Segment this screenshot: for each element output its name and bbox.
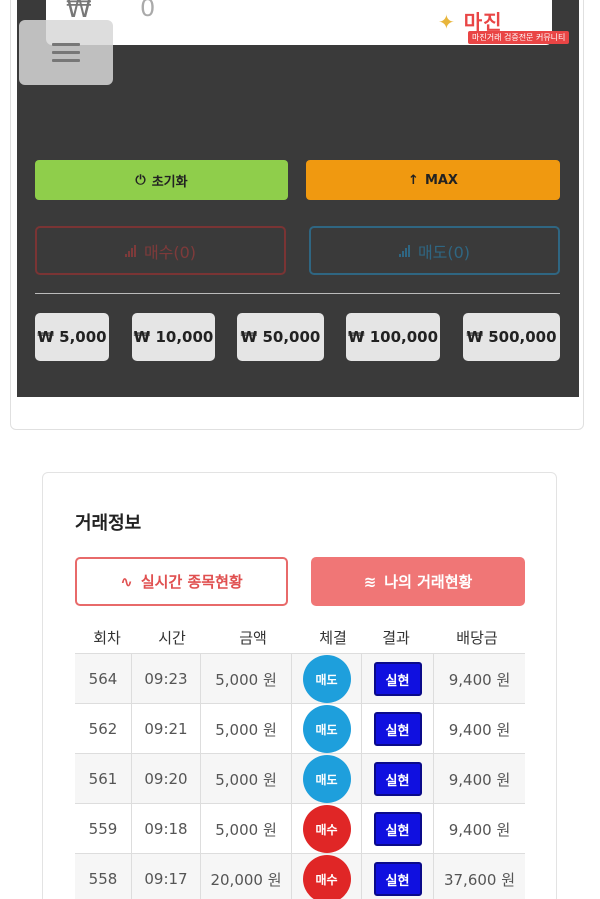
time-cell: 09:17 xyxy=(131,854,200,899)
watermark-tagline: 마진거래 검증전문 커뮤니티 xyxy=(468,31,570,44)
payout-cell: 9,400 원 xyxy=(433,654,525,704)
buy-label: 매수(0) xyxy=(143,242,197,262)
result-cell: 실현 xyxy=(361,654,433,704)
trade-table: 564 09:23 5,000 원 매도 실현 9,400 원 562 09:2… xyxy=(75,653,525,899)
divider xyxy=(35,293,560,294)
power-icon: ⏻ xyxy=(135,172,146,188)
execution-cell: 매도 xyxy=(291,704,361,754)
signal-bars-icon xyxy=(124,244,136,257)
sell-label: 매도(0) xyxy=(417,242,471,262)
execution-cell: 매수 xyxy=(291,854,361,899)
amount-chip-50000[interactable]: ₩ 50,000 xyxy=(237,313,324,361)
amount-chip-500000[interactable]: ₩ 500,000 xyxy=(463,313,560,361)
round-cell: 562 xyxy=(88,720,118,738)
tab-my-trades[interactable]: ≋ 나의 거래현황 xyxy=(311,557,525,606)
amount-chip-10000[interactable]: ₩ 10,000 xyxy=(132,313,215,361)
hamburger-menu-button[interactable] xyxy=(19,20,113,85)
reset-button[interactable]: ⏻ 초기화 xyxy=(35,160,288,200)
tab-mine-label: 나의 거래현황 xyxy=(384,573,473,591)
time-cell: 09:18 xyxy=(131,804,200,854)
execution-cell: 매도 xyxy=(291,754,361,804)
trade-info-title: 거래정보 xyxy=(75,513,142,534)
amount-cell: 5,000 원 xyxy=(200,754,291,804)
table-row: 562 09:21 5,000 원 매도 실현 9,400 원 xyxy=(75,704,525,754)
result-badge: 실현 xyxy=(373,812,422,846)
sell-badge: 매도 xyxy=(302,655,351,703)
reset-label: 초기화 xyxy=(151,174,188,190)
column-header-time: 시간 xyxy=(158,629,186,647)
column-header-round: 회차 xyxy=(93,629,121,647)
amount-chip-5000[interactable]: ₩ 5,000 xyxy=(35,313,109,361)
menu-icon-bar xyxy=(52,59,80,62)
tab-live-label: 실시간 종목현황 xyxy=(140,573,243,591)
payout-cell: 9,400 원 xyxy=(433,704,525,754)
execution-cell: 매수 xyxy=(291,804,361,854)
amount-value[interactable]: 0 xyxy=(140,0,155,22)
table-row: 564 09:23 5,000 원 매도 실현 9,400 원 xyxy=(75,654,525,704)
menu-icon-bar xyxy=(52,51,80,54)
eagle-emblem-icon: ✦ xyxy=(438,10,456,34)
max-button[interactable]: ↑ MAX xyxy=(306,160,560,200)
buy-badge: 매수 xyxy=(302,805,351,853)
result-cell: 실현 xyxy=(361,804,433,854)
column-header-payout: 배당금 xyxy=(456,629,498,647)
execution-cell: 매도 xyxy=(291,654,361,704)
column-header-execution: 체결 xyxy=(319,629,347,647)
round-cell: 564 xyxy=(88,670,118,688)
table-row: 559 09:18 5,000 원 매수 실현 9,400 원 xyxy=(75,804,525,854)
buy-badge: 매수 xyxy=(302,855,351,899)
result-badge: 실현 xyxy=(373,662,422,696)
payout-cell: 9,400 원 xyxy=(433,804,525,854)
result-badge: 실현 xyxy=(373,712,422,746)
arrow-up-icon: ↑ xyxy=(408,172,419,188)
round-cell: 558 xyxy=(88,870,118,888)
sell-badge: 매도 xyxy=(302,705,351,753)
watermark-logo: ✦ 마진 마진거래 검증전문 커뮤니티 xyxy=(438,6,593,44)
menu-icon xyxy=(52,43,80,46)
payout-cell: 9,400 원 xyxy=(433,754,525,804)
column-header-amount: 금액 xyxy=(239,629,267,647)
column-header-result: 결과 xyxy=(382,629,410,647)
signal-bars-icon xyxy=(398,244,410,257)
round-cell: 561 xyxy=(88,770,118,788)
time-cell: 09:21 xyxy=(131,704,200,754)
time-cell: 09:23 xyxy=(131,654,200,704)
result-badge: 실현 xyxy=(373,762,422,796)
table-row: 558 09:17 20,000 원 매수 실현 37,600 원 xyxy=(75,854,525,899)
table-row: 561 09:20 5,000 원 매도 실현 9,400 원 xyxy=(75,754,525,804)
amount-cell: 5,000 원 xyxy=(200,654,291,704)
sell-button[interactable]: 매도(0) xyxy=(309,226,560,275)
payout-cell: 37,600 원 xyxy=(433,854,525,899)
result-cell: 실현 xyxy=(361,854,433,899)
amount-cell: 20,000 원 xyxy=(200,854,291,899)
amount-cell: 5,000 원 xyxy=(200,704,291,754)
amount-cell: 5,000 원 xyxy=(200,804,291,854)
round-cell: 559 xyxy=(88,820,118,838)
result-badge: 실현 xyxy=(373,862,422,896)
max-label: MAX xyxy=(424,172,458,188)
result-cell: 실현 xyxy=(361,704,433,754)
buy-button[interactable]: 매수(0) xyxy=(35,226,286,275)
time-cell: 09:20 xyxy=(131,754,200,804)
pulse-icon: ∿ xyxy=(120,572,133,591)
tab-live-status[interactable]: ∿ 실시간 종목현황 xyxy=(75,557,288,606)
waves-icon: ≋ xyxy=(363,572,377,591)
sell-badge: 매도 xyxy=(302,755,351,803)
result-cell: 실현 xyxy=(361,754,433,804)
amount-chip-100000[interactable]: ₩ 100,000 xyxy=(346,313,440,361)
